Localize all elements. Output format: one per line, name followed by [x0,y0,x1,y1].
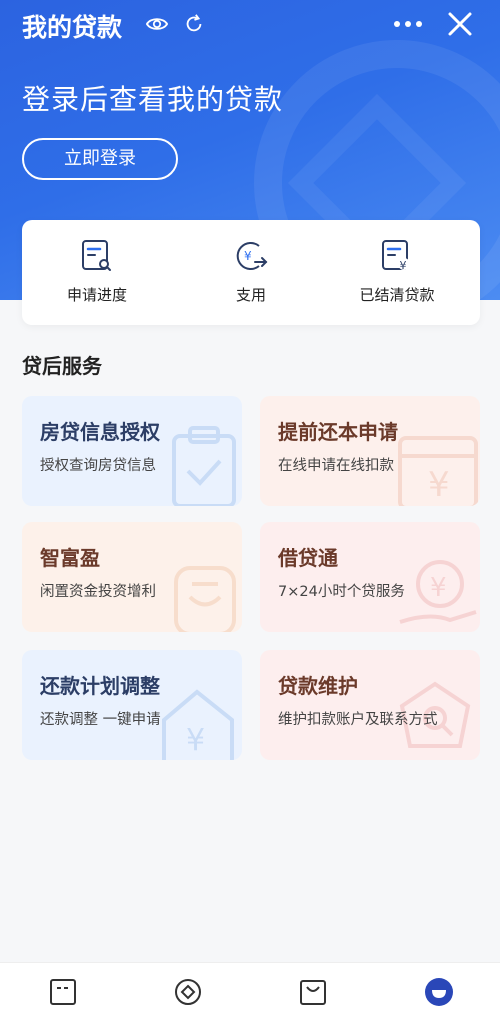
section-title: 贷后服务 [22,354,102,378]
service-subtitle: 授权查询房贷信息 [40,458,156,474]
svg-text:¥: ¥ [428,465,450,505]
quick-action-label: 申请进度 [66,286,127,304]
service-loan-maintenance[interactable]: 贷款维护 维护扣款账户及联系方式 [260,650,480,760]
quick-action-label: 支用 [235,286,266,304]
house-yuan-icon: ¥ [162,689,234,760]
service-subtitle: 在线申请在线扣款 [278,458,394,474]
document-yuan-icon: ¥ [382,240,410,272]
service-subtitle: 还款调整 一键申请 [40,712,161,728]
yuan-transfer-icon: ¥ [236,242,268,270]
service-subtitle: 闲置资金投资增利 [40,584,156,600]
profile-icon[interactable] [424,977,454,1007]
svg-text:¥: ¥ [400,259,407,272]
service-title: 智富盈 [40,546,100,570]
service-title: 借贷通 [278,546,338,570]
eye-icon[interactable] [146,13,168,35]
calendar-yuan-icon: ¥ [398,436,478,506]
service-title: 房贷信息授权 [40,420,160,444]
bottom-tab-bar [0,962,500,1016]
page-title: 我的贷款 [22,13,123,42]
login-prompt: 登录后查看我的贷款 [22,83,284,116]
quick-actions-card: 申请进度 ¥ 支用 ¥ 已结清贷款 [22,220,480,325]
service-zhifuying[interactable]: 智富盈 闲置资金投资增利 [22,522,242,632]
service-loan-pass[interactable]: ¥ 借贷通 7×24小时个贷服务 [260,522,480,632]
quick-action-label: 已结清贷款 [359,286,435,304]
service-subtitle: 维护扣款账户及联系方式 [278,712,438,728]
document-search-icon [82,240,111,271]
svg-text:¥: ¥ [430,573,447,603]
shopping-bag-icon[interactable] [298,977,328,1007]
top-bar: 我的贷款 [0,0,500,50]
quick-action-application-progress[interactable]: 申请进度 [27,238,167,305]
more-options-icon[interactable] [392,10,424,38]
service-title: 还款计划调整 [40,674,160,698]
service-subtitle: 7×24小时个贷服务 [278,584,405,600]
service-mortgage-authorization[interactable]: 房贷信息授权 授权查询房贷信息 [22,396,242,506]
quick-action-withdraw[interactable]: ¥ 支用 [181,238,321,305]
wealth-icon[interactable] [173,977,203,1007]
clipboard-check-icon [172,426,236,506]
service-title: 提前还本申请 [278,420,398,444]
svg-text:¥: ¥ [186,723,205,758]
close-icon[interactable] [447,10,473,38]
login-button[interactable]: 立即登录 [22,138,178,180]
svg-text:¥: ¥ [244,249,252,263]
home-icon[interactable] [48,977,78,1007]
service-repayment-plan-adjustment[interactable]: ¥ 还款计划调整 还款调整 一键申请 [22,650,242,760]
refresh-icon[interactable] [183,13,205,35]
quick-action-settled-loans[interactable]: ¥ 已结清贷款 [327,238,467,305]
service-early-repayment[interactable]: ¥ 提前还本申请 在线申请在线扣款 [260,396,480,506]
service-title: 贷款维护 [278,674,358,698]
piggy-bank-icon [174,566,236,632]
